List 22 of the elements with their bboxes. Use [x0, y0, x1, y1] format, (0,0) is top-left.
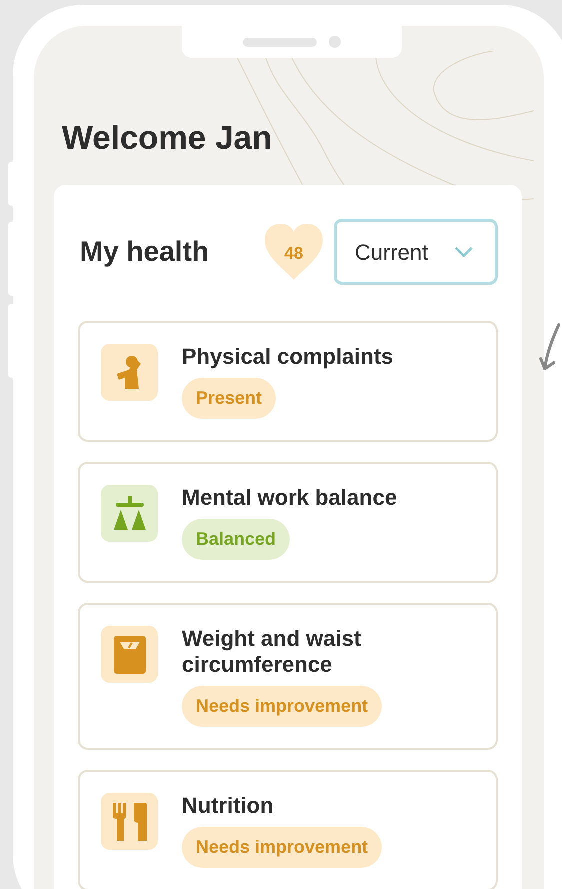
health-title: My health: [79, 235, 210, 269]
status-badge: Balanced: [182, 519, 290, 560]
category-title: Weight and waist circumference: [182, 626, 362, 678]
health-category-card[interactable]: Weight and waist circumference Needs improvement: [78, 603, 498, 750]
curved-arrow-icon: [539, 323, 561, 373]
health-category-card[interactable]: Mental work balance Balanced: [78, 462, 498, 583]
health-category-card[interactable]: Physical complaints Present: [78, 321, 498, 442]
status-badge: Needs improvement: [182, 686, 382, 727]
category-title: Nutrition: [182, 793, 274, 819]
period-dropdown[interactable]: Current: [334, 219, 498, 285]
category-title: Mental work balance: [182, 485, 398, 511]
health-category-card[interactable]: Nutrition Needs improvement: [78, 770, 498, 889]
chevron-down-icon: [455, 247, 473, 257]
category-title: Physical complaints: [182, 344, 394, 370]
status-badge: Needs improvement: [182, 827, 382, 868]
status-badge: Present: [182, 378, 276, 419]
welcome-heading: Welcome Jan: [61, 118, 274, 158]
scales-icon: [112, 496, 146, 532]
weighing-scale-icon: [114, 636, 146, 674]
health-score: 48: [284, 243, 304, 265]
heart-icon: [264, 223, 324, 281]
fork-and-knife-icon: [112, 802, 146, 840]
